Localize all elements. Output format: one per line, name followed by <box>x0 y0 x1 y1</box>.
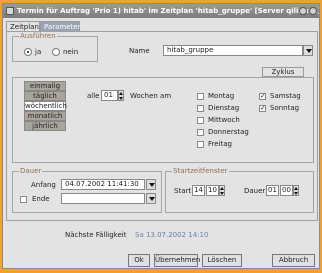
naechste-faelligkeit-value: Sa 13.07.2002 14:10 <box>135 231 209 239</box>
sonntag-checkbox[interactable]: ✓ <box>259 105 266 112</box>
nein-radio[interactable] <box>52 48 60 56</box>
startzeitfenster-group-label: Startzeitfenster <box>172 167 229 175</box>
delete-button[interactable]: Löschen <box>202 254 242 267</box>
spin-up-icon[interactable] <box>294 187 298 190</box>
samstag-checkbox[interactable]: ✓ <box>259 93 266 100</box>
start-spinner[interactable] <box>219 185 225 196</box>
mittwoch-label: Mittwoch <box>208 116 240 124</box>
ende-dropdown-button[interactable] <box>146 193 156 204</box>
freitag-label: Freitag <box>208 140 232 148</box>
spin-up-icon[interactable] <box>119 92 123 95</box>
ausfuehren-group: Ausführen ja nein <box>12 32 98 62</box>
freq-monatlich[interactable]: monatlich <box>24 111 66 121</box>
spin-up-icon[interactable] <box>220 187 224 190</box>
anfang-label: Anfang <box>31 181 56 189</box>
alle-label: alle <box>87 92 100 100</box>
title-bar[interactable]: Termin für Auftrag 'Prio 1) hitab' im Ze… <box>3 4 319 18</box>
tab-zeitplan[interactable]: Zeitplan <box>6 21 40 31</box>
samstag-label: Samstag <box>270 92 301 100</box>
window-menu-icon[interactable] <box>6 7 14 15</box>
mittwoch-checkbox[interactable] <box>197 117 204 124</box>
anfang-field[interactable]: 04.07.2002 11:41:30 <box>61 179 145 190</box>
freq-jaehrlich[interactable]: jährlich <box>24 121 66 131</box>
ja-radio[interactable] <box>24 48 32 56</box>
spin-down-icon[interactable] <box>294 192 298 195</box>
ende-checkbox[interactable] <box>20 196 27 203</box>
freq-einmalig[interactable]: einmalig <box>24 81 66 91</box>
anfang-dropdown-button[interactable] <box>146 179 156 190</box>
ok-button[interactable]: Ok <box>128 254 150 267</box>
donnerstag-label: Donnerstag <box>208 128 249 136</box>
dauer-hour-field[interactable]: 01 <box>266 185 279 196</box>
fenster-dauer-label: Dauer <box>244 187 266 195</box>
naechste-faelligkeit-label: Nächste Fälligkeit <box>65 231 127 239</box>
dienstag-checkbox[interactable] <box>197 105 204 112</box>
name-label: Name <box>129 47 150 55</box>
montag-checkbox[interactable] <box>197 93 204 100</box>
startzeitfenster-group: Startzeitfenster Start 14 10 Dauer 01 00 <box>165 167 314 213</box>
start-label: Start <box>174 187 192 195</box>
nein-label: nein <box>63 48 79 56</box>
ja-label: ja <box>35 48 42 56</box>
dauer-group: Dauer Anfang 04.07.2002 11:41:30 Ende <box>12 167 162 213</box>
dauer-minute-field[interactable]: 00 <box>280 185 293 196</box>
minimize-icon[interactable] <box>299 7 307 15</box>
zeitplan-panel: Ausführen ja nein Name hitab_gruppe Zykl… <box>6 31 318 221</box>
donnerstag-checkbox[interactable] <box>197 129 204 136</box>
ende-label: Ende <box>32 195 50 203</box>
freq-woechentlich[interactable]: wöchentlich <box>24 101 67 111</box>
spin-down-icon[interactable] <box>119 97 123 100</box>
close-icon[interactable] <box>309 7 317 15</box>
zyklus-tab[interactable]: Zyklus <box>262 67 304 77</box>
alle-spinner[interactable] <box>118 90 124 101</box>
ende-field[interactable] <box>61 193 145 204</box>
freitag-checkbox[interactable] <box>197 141 204 148</box>
alle-field[interactable]: 01 <box>101 90 118 101</box>
dienstag-label: Dienstag <box>208 104 240 112</box>
start-hour-field[interactable]: 14 <box>192 185 205 196</box>
window-title: Termin für Auftrag 'Prio 1) hitab' im Ze… <box>17 7 319 15</box>
start-minute-field[interactable]: 10 <box>206 185 219 196</box>
ausfuehren-group-label: Ausführen <box>19 32 57 40</box>
zyklus-group: einmalig täglich wöchentlich monatlich j… <box>12 77 314 163</box>
montag-label: Montag <box>208 92 235 100</box>
sonntag-label: Sonntag <box>270 104 300 112</box>
dialog-window: Termin für Auftrag 'Prio 1) hitab' im Ze… <box>2 3 320 269</box>
dauer-spinner[interactable] <box>293 185 299 196</box>
spin-down-icon[interactable] <box>220 192 224 195</box>
tab-parameter[interactable]: Parameter <box>40 21 80 31</box>
freq-taeglich[interactable]: täglich <box>24 91 66 101</box>
cancel-button[interactable]: Abbruch <box>272 254 315 267</box>
wochen-am-label: Wochen am <box>130 92 172 100</box>
name-dropdown-button[interactable] <box>303 45 313 56</box>
dauer-group-label: Dauer <box>19 167 43 175</box>
name-field[interactable]: hitab_gruppe <box>163 45 303 56</box>
apply-button[interactable]: Übernehmen <box>154 254 200 267</box>
